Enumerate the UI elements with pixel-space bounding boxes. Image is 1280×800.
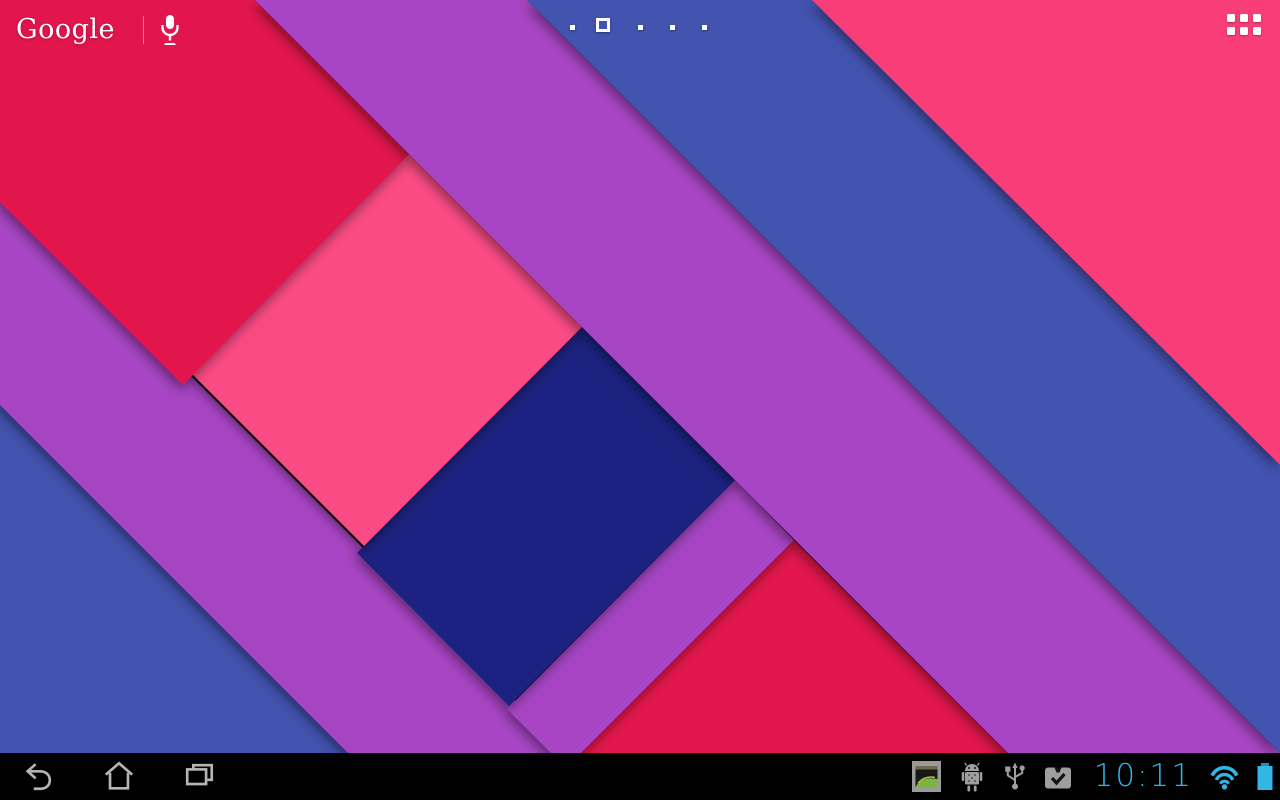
page-dot-3[interactable] <box>638 25 643 30</box>
material-wallpaper <box>0 0 1280 800</box>
page-dot-1[interactable] <box>570 25 575 30</box>
screenshot-thumbnail-icon <box>911 760 942 793</box>
page-dot-2-current[interactable] <box>596 18 610 32</box>
page-dot-4[interactable] <box>670 25 675 30</box>
home-icon <box>102 759 136 793</box>
page-indicator <box>560 14 730 44</box>
grid-square-icon <box>1240 27 1248 35</box>
recent-apps-button[interactable] <box>182 759 216 793</box>
grid-square-icon <box>1240 14 1248 22</box>
google-search-widget[interactable]: Google <box>16 12 181 48</box>
usb-connected-icon <box>1002 761 1028 792</box>
all-apps-button[interactable] <box>1227 14 1261 35</box>
google-logo[interactable]: Google <box>16 14 115 46</box>
download-complete-bag-icon <box>1043 762 1073 792</box>
page-dot-5[interactable] <box>702 25 707 30</box>
microphone-icon <box>159 13 181 47</box>
home-button[interactable] <box>102 759 136 793</box>
battery-icon <box>1256 762 1274 791</box>
home-top-bar: Google <box>0 0 1280 60</box>
grid-square-icon <box>1227 14 1235 22</box>
voice-search-button[interactable] <box>159 13 181 47</box>
search-widget-divider <box>143 16 144 44</box>
status-clock: 10:11 <box>1094 753 1193 800</box>
usb-debugging-android-icon <box>957 761 987 793</box>
grid-square-icon <box>1227 27 1235 35</box>
back-icon <box>21 759 55 793</box>
recent-apps-icon <box>182 759 216 793</box>
home-screen: Google <box>0 0 1280 800</box>
wifi-signal-icon <box>1208 763 1241 790</box>
grid-square-icon <box>1253 14 1261 22</box>
grid-square-icon <box>1253 27 1261 35</box>
back-button[interactable] <box>21 759 55 793</box>
system-navigation-bar: 10:11 <box>0 753 1280 800</box>
status-tray[interactable]: 10:11 <box>911 753 1274 800</box>
